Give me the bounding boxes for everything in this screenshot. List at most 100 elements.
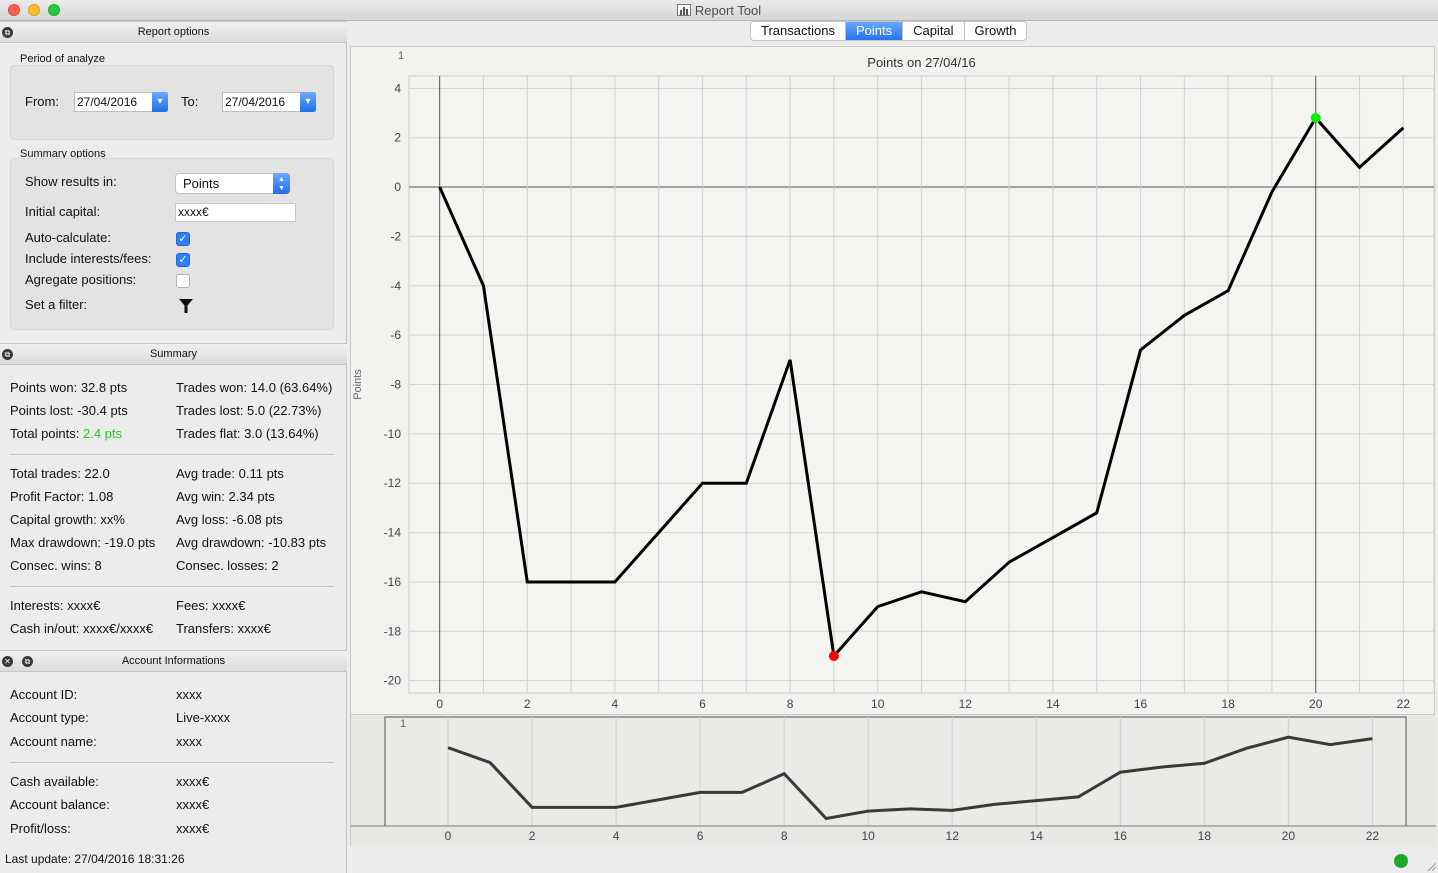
connection-status-indicator bbox=[1394, 854, 1408, 868]
account-id-value: xxxx bbox=[176, 687, 202, 702]
overview-x-tick-label: 18 bbox=[1198, 829, 1212, 843]
y-tick-label: -18 bbox=[384, 624, 402, 638]
x-tick-label: 18 bbox=[1221, 697, 1235, 711]
window-title: Report Tool bbox=[694, 3, 762, 18]
profit-loss-label: Profit/loss: bbox=[10, 821, 71, 836]
avg-loss: Avg loss: -6.08 pts bbox=[176, 512, 283, 527]
x-tick-label: 12 bbox=[959, 697, 973, 711]
chevron-down-icon[interactable]: ▾ bbox=[152, 92, 168, 112]
to-date-picker[interactable]: 27/04/2016 ▾ bbox=[222, 92, 316, 112]
profit-factor: Profit Factor: 1.08 bbox=[10, 489, 114, 504]
auto-calculate-checkbox[interactable]: ✓ bbox=[176, 232, 190, 246]
y-tick-label: -14 bbox=[384, 526, 402, 540]
consec-wins: Consec. wins: 8 bbox=[10, 558, 102, 573]
overview-x-tick-label: 0 bbox=[445, 829, 452, 843]
to-date-value: 27/04/2016 bbox=[225, 95, 286, 109]
profit-loss-value: xxxx€ bbox=[176, 821, 210, 836]
cash-in-out: Cash in/out: xxxx€/xxxx€ bbox=[10, 621, 154, 636]
points-chart-frame: 4 2 0 -2 -4 -6 -8 -10 -12 -14 -16 -18 -20 0 2 4 6 8 10 12 14… bbox=[350, 46, 1435, 729]
overview-x-tick-label: 20 bbox=[1282, 829, 1296, 843]
tab-growth[interactable]: Growth bbox=[965, 22, 1027, 40]
x-tick-label: 20 bbox=[1309, 697, 1323, 711]
select-arrows-icon: ▲ ▼ bbox=[273, 173, 290, 194]
y-tick-label: -6 bbox=[390, 328, 401, 342]
overview-x-tick-label: 8 bbox=[781, 829, 788, 843]
divider bbox=[10, 586, 334, 587]
initial-capital-label: Initial capital: bbox=[25, 204, 101, 219]
close-icon[interactable]: ✕ bbox=[2, 656, 13, 667]
initial-capital-input[interactable]: xxxx€ bbox=[175, 203, 296, 222]
from-label: From: bbox=[25, 94, 59, 109]
min-point-marker bbox=[828, 650, 839, 661]
detach-icon[interactable]: ⧉ bbox=[2, 349, 13, 360]
show-results-value: Points bbox=[183, 176, 220, 191]
report-options-title: Report options bbox=[137, 26, 210, 38]
resize-grip-icon[interactable] bbox=[1426, 861, 1436, 871]
chart-app-icon bbox=[676, 4, 691, 16]
total-points-value: 2.4 pts bbox=[83, 426, 123, 441]
account-header[interactable]: ✕ ⧉ Account Informations bbox=[0, 650, 347, 672]
show-results-select[interactable]: Points ▲ ▼ bbox=[175, 173, 290, 194]
account-type-value: Live-xxxx bbox=[176, 710, 231, 725]
overview-chart-frame: 0 2 4 6 8 10 12 14 16 18 20 22 1 bbox=[350, 714, 1436, 847]
tab-points[interactable]: Points bbox=[845, 22, 904, 40]
overview-x-tick-label: 22 bbox=[1366, 829, 1380, 843]
avg-win: Avg win: 2.34 pts bbox=[176, 489, 275, 504]
chevron-down-icon[interactable]: ▾ bbox=[300, 92, 316, 112]
summary-header[interactable]: ⧉ Summary bbox=[0, 343, 347, 365]
total-points: Total points: 2.4 pts bbox=[10, 426, 122, 441]
overview-corner-tick-label: 1 bbox=[400, 718, 406, 730]
tab-capital[interactable]: Capital bbox=[903, 22, 965, 40]
y-axis-label: Points bbox=[352, 369, 364, 400]
x-tick-label: 4 bbox=[612, 697, 619, 711]
max-point-marker bbox=[1310, 112, 1321, 123]
left-panel: ⧉ Report options Period of analyze From:… bbox=[0, 21, 347, 873]
y-tick-label: 2 bbox=[394, 131, 401, 145]
filter-icon[interactable] bbox=[178, 298, 194, 314]
include-fees-label: Include interests/fees: bbox=[25, 251, 152, 266]
account-name-label: Account name: bbox=[10, 734, 97, 749]
x-tick-label: 8 bbox=[787, 697, 794, 711]
total-points-label: Total points: bbox=[10, 426, 80, 441]
overview-x-tick-label: 14 bbox=[1030, 829, 1044, 843]
auto-calculate-label: Auto-calculate: bbox=[25, 230, 111, 245]
from-date-picker[interactable]: 27/04/2016 ▾ bbox=[74, 92, 168, 112]
y-tick-label: -10 bbox=[384, 427, 402, 441]
overview-chart[interactable]: 0 2 4 6 8 10 12 14 16 18 20 22 1 bbox=[351, 715, 1436, 847]
window-title-wrap: Report Tool bbox=[0, 3, 1438, 18]
detach-icon[interactable]: ⧉ bbox=[2, 27, 13, 38]
overview-x-tick-label: 10 bbox=[862, 829, 876, 843]
aggregate-label: Agregate positions: bbox=[25, 272, 137, 287]
detach-icon[interactable]: ⧉ bbox=[22, 656, 33, 667]
transfers: Transfers: xxxx€ bbox=[176, 621, 271, 636]
divider bbox=[10, 762, 334, 763]
y-tick-label: 0 bbox=[394, 180, 401, 194]
trades-flat: Trades flat: 3.0 (13.64%) bbox=[176, 426, 319, 441]
points-chart[interactable]: 420-2-4-6-8-10-12-14-16-18-200 2 4 6 8 10 12 14… bbox=[351, 47, 1436, 730]
x-tick-label: 16 bbox=[1134, 697, 1148, 711]
consec-losses: Consec. losses: 2 bbox=[176, 558, 279, 573]
include-fees-checkbox[interactable]: ✓ bbox=[176, 253, 190, 267]
y-tick-label: -16 bbox=[384, 575, 402, 589]
right-panel: Transactions Points Capital Growth 4 2 0 -2… bbox=[348, 21, 1438, 873]
from-date-value: 27/04/2016 bbox=[77, 95, 138, 109]
aggregate-checkbox[interactable] bbox=[176, 274, 190, 288]
report-options-header[interactable]: ⧉ Report options bbox=[0, 21, 347, 43]
corner-tick-label: 1 bbox=[398, 50, 404, 62]
tab-transactions[interactable]: Transactions bbox=[751, 22, 846, 40]
capital-growth: Capital growth: xx% bbox=[10, 512, 125, 527]
view-tabs: Transactions Points Capital Growth bbox=[750, 21, 1028, 41]
account-name-value: xxxx bbox=[176, 734, 202, 749]
points-lost: Points lost: -30.4 pts bbox=[10, 403, 128, 418]
last-update-status: Last update: 27/04/2016 18:31:26 bbox=[5, 852, 185, 866]
overview-x-tick-label: 12 bbox=[946, 829, 960, 843]
cash-available-label: Cash available: bbox=[10, 774, 99, 789]
to-label: To: bbox=[181, 94, 199, 109]
x-tick-label: 6 bbox=[699, 697, 706, 711]
cash-available-value: xxxx€ bbox=[176, 774, 210, 789]
account-title: Account Informations bbox=[121, 655, 226, 667]
trades-lost: Trades lost: 5.0 (22.73%) bbox=[176, 403, 322, 418]
chart-title: Points on 27/04/16 bbox=[867, 55, 975, 70]
account-balance-label: Account balance: bbox=[10, 797, 110, 812]
x-tick-label: 0 bbox=[436, 697, 443, 711]
